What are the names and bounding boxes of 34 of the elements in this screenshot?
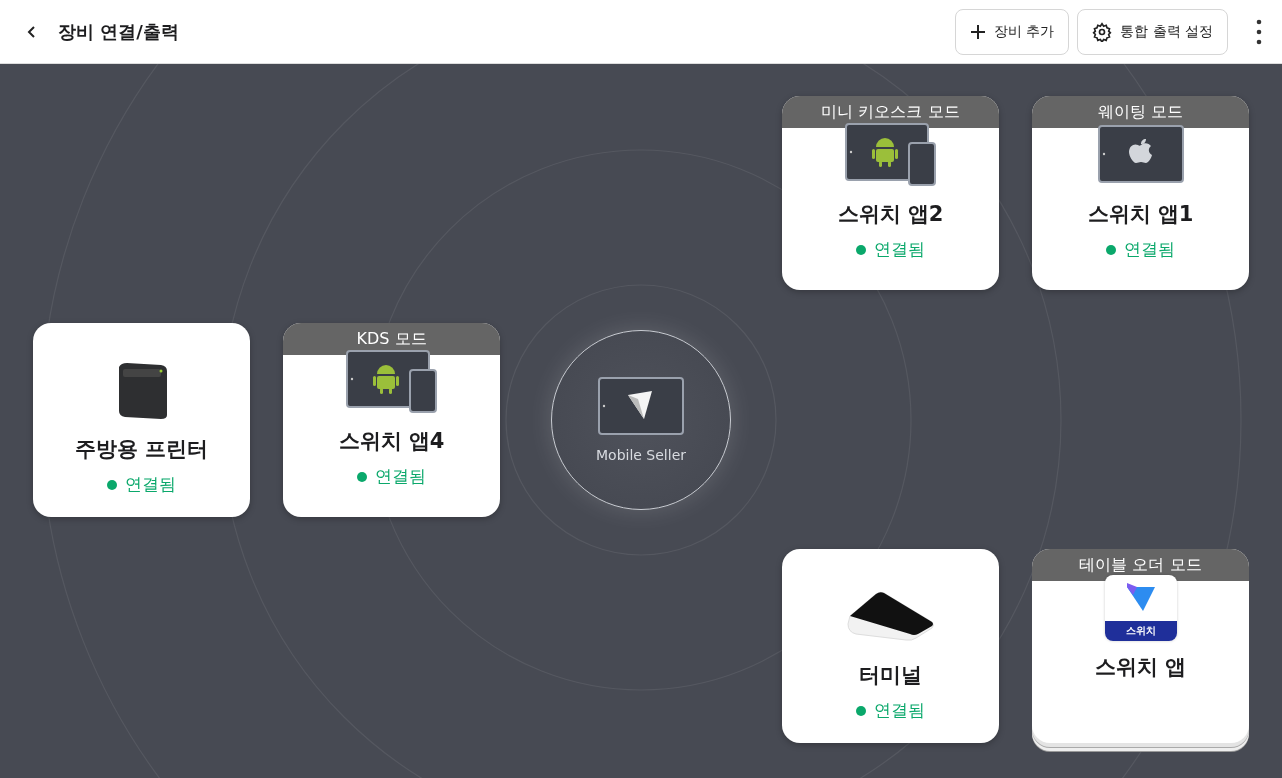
status-text: 연결됨 — [125, 473, 176, 496]
hub-node[interactable]: Mobile Seller — [551, 330, 731, 510]
tablet-and-phone-icon — [345, 350, 438, 414]
settings-icon — [1092, 21, 1113, 42]
status-text: 연결됨 — [874, 699, 925, 722]
mode-label: 웨이팅 모드 — [1032, 96, 1249, 128]
device-name: 터미널 — [859, 662, 922, 689]
device-name: 스위치 앱4 — [338, 428, 445, 455]
print-settings-button[interactable]: 통합 출력 설정 — [1077, 8, 1228, 55]
device-name: 스위치 앱1 — [1087, 201, 1194, 228]
logo-mark-icon — [1124, 581, 1157, 613]
device-card[interactable]: 터미널 연결됨 — [782, 549, 999, 743]
logo-text: 스위치 — [1104, 621, 1177, 641]
device-name: 주방용 프린터 — [74, 436, 209, 463]
page-title: 장비 연결/출력 — [58, 19, 180, 44]
device-card[interactable]: KDS 모드 스위치 앱4 연결됨 — [283, 323, 500, 517]
device-card[interactable]: 주방용 프린터 연결됨 — [33, 323, 250, 517]
mode-label: KDS 모드 — [283, 323, 500, 355]
device-card[interactable]: 미니 키오스크 모드 스위치 앱2 연결됨 — [782, 96, 999, 290]
device-card[interactable]: 웨이팅 모드 스위치 앱1 연결됨 — [1032, 96, 1249, 290]
add-device-button[interactable]: 장비 추가 — [954, 8, 1070, 55]
device-name: 스위치 앱2 — [837, 201, 944, 228]
more-icon — [1256, 18, 1262, 45]
plus-icon — [969, 23, 986, 40]
device-name: 스위치 앱 — [1094, 654, 1187, 681]
hub-label: Mobile Seller — [596, 447, 686, 463]
status-text: 연결됨 — [874, 238, 925, 261]
tablet-apple-icon — [1097, 125, 1184, 185]
tablet-logo-icon — [598, 377, 684, 437]
tablet-and-phone-icon — [844, 123, 937, 187]
mode-label: 미니 키오스크 모드 — [782, 96, 999, 128]
status-text: 연결됨 — [1124, 238, 1175, 261]
status-text: 연결됨 — [375, 465, 426, 488]
mode-label: 테이블 오더 모드 — [1032, 549, 1249, 581]
